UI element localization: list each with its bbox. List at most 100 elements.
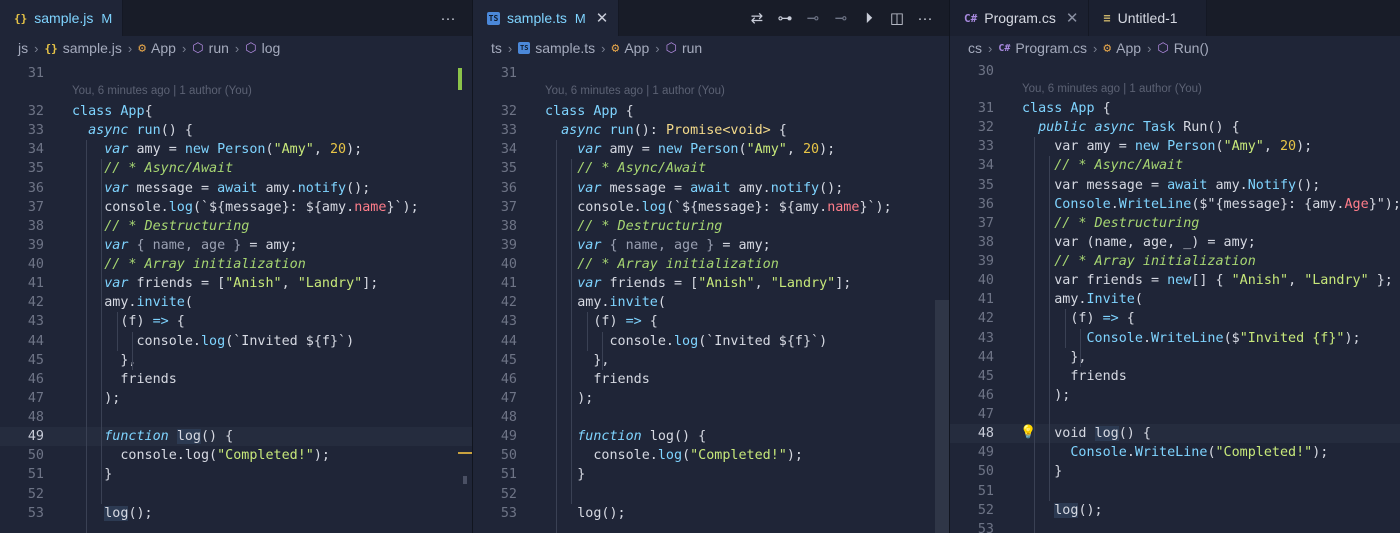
- line-number[interactable]: 31: [473, 64, 517, 83]
- code-line[interactable]: 50 console.log("Completed!");: [473, 446, 949, 465]
- scrollbar[interactable]: [935, 60, 949, 533]
- line-number[interactable]: 32: [473, 102, 517, 121]
- code-line[interactable]: 49 function log() {: [473, 427, 949, 446]
- close-icon[interactable]: ✕: [596, 9, 609, 27]
- breadcrumb-item-file[interactable]: TS sample.ts: [518, 40, 595, 56]
- line-number[interactable]: 46: [950, 386, 994, 405]
- code-line[interactable]: 36 var message = await amy.notify();: [0, 179, 472, 198]
- line-number[interactable]: 46: [0, 370, 44, 389]
- line-number[interactable]: 40: [473, 255, 517, 274]
- line-number[interactable]: 34: [950, 156, 994, 175]
- code-line[interactable]: 33 async run() {: [0, 121, 472, 140]
- code-editor[interactable]: 31 32 class App{33 async run() {34 var amy…: [0, 60, 472, 533]
- line-number[interactable]: 44: [0, 332, 44, 351]
- breadcrumb-item-method[interactable]: ⬡ Run(): [1157, 40, 1208, 56]
- breadcrumb-item-ts[interactable]: ts: [491, 40, 502, 56]
- code-line[interactable]: 40 // * Array initialization: [473, 255, 949, 274]
- line-number[interactable]: 52: [0, 485, 44, 504]
- code-line[interactable]: 46 );: [950, 386, 1400, 405]
- line-number[interactable]: 45: [0, 351, 44, 370]
- line-number[interactable]: 51: [473, 465, 517, 484]
- code-line[interactable]: 44 },: [950, 348, 1400, 367]
- line-number[interactable]: 36: [950, 195, 994, 214]
- open-timeline-icon[interactable]: ⏵: [861, 10, 877, 27]
- code-line[interactable]: 46 friends: [0, 370, 472, 389]
- line-number[interactable]: 53: [473, 504, 517, 523]
- split-editor-icon[interactable]: ◫: [889, 9, 905, 27]
- breadcrumb-item-method[interactable]: ⬡ log: [245, 40, 280, 56]
- code-line[interactable]: 38 var (name, age, _) = amy;: [950, 233, 1400, 252]
- code-line[interactable]: 42 amy.invite(: [0, 293, 472, 312]
- code-line[interactable]: 32 class App {: [473, 102, 949, 121]
- line-number[interactable]: 44: [473, 332, 517, 351]
- more-actions-icon[interactable]: ···: [917, 10, 933, 27]
- line-number[interactable]: 53: [0, 504, 44, 523]
- code-line[interactable]: 34 var amy = new Person("Amy", 20);: [473, 140, 949, 159]
- tab-sample-js[interactable]: {} sample.js M: [0, 0, 124, 36]
- code-line[interactable]: 33 var amy = new Person("Amy", 20);: [950, 137, 1400, 156]
- line-number[interactable]: 42: [950, 309, 994, 328]
- line-number[interactable]: 48: [950, 424, 994, 443]
- code-line[interactable]: 32 class App{: [0, 102, 472, 121]
- compare-changes-icon[interactable]: ⇄: [749, 9, 765, 27]
- line-number[interactable]: 38: [950, 233, 994, 252]
- code-line[interactable]: 47 );: [473, 389, 949, 408]
- line-number[interactable]: 48: [0, 408, 44, 427]
- code-line[interactable]: 48 void log() {: [950, 424, 1400, 444]
- code-line[interactable]: 37 console.log(`${message}: ${amy.name}`…: [473, 198, 949, 217]
- scrollbar[interactable]: [458, 60, 472, 533]
- line-number[interactable]: 35: [950, 176, 994, 195]
- line-number[interactable]: 34: [473, 140, 517, 159]
- line-number[interactable]: 42: [473, 293, 517, 312]
- breadcrumb-item-cs[interactable]: cs: [968, 40, 982, 56]
- code-editor[interactable]: 30 31 class App {32 public async Task Run(…: [950, 60, 1400, 533]
- line-number[interactable]: 50: [950, 462, 994, 481]
- git-blame-annotation[interactable]: You, 6 minutes ago | 1 author (You): [72, 82, 252, 101]
- code-line[interactable]: 46 friends: [473, 370, 949, 389]
- line-number[interactable]: 45: [950, 367, 994, 386]
- line-number[interactable]: 45: [473, 351, 517, 370]
- code-line[interactable]: 31: [0, 64, 472, 83]
- code-line[interactable]: 53 log();: [473, 504, 949, 523]
- line-number[interactable]: 32: [0, 102, 44, 121]
- line-number[interactable]: 49: [0, 427, 44, 446]
- line-number[interactable]: 39: [950, 252, 994, 271]
- git-blame-annotation[interactable]: You, 6 minutes ago | 1 author (You): [545, 82, 725, 101]
- code-line[interactable]: 43 (f) => {: [0, 312, 472, 331]
- breadcrumb-item-class[interactable]: ⚙ App: [612, 40, 650, 56]
- code-line[interactable]: 52: [0, 485, 472, 504]
- line-number[interactable]: 39: [0, 236, 44, 255]
- code-line[interactable]: 44 console.log(`Invited ${f}`): [473, 332, 949, 351]
- code-line[interactable]: 51 }: [473, 465, 949, 484]
- git-commit-icon[interactable]: ⊶: [777, 9, 793, 27]
- line-number[interactable]: 30: [950, 62, 994, 81]
- line-number[interactable]: 47: [473, 389, 517, 408]
- breadcrumb-item-file[interactable]: C# Program.cs: [998, 40, 1087, 56]
- line-number[interactable]: 36: [473, 179, 517, 198]
- line-number[interactable]: 31: [950, 99, 994, 118]
- line-number[interactable]: 32: [950, 118, 994, 137]
- line-number[interactable]: 43: [473, 312, 517, 331]
- line-number[interactable]: 48: [473, 408, 517, 427]
- code-line[interactable]: 37 console.log(`${message}: ${amy.name}`…: [0, 198, 472, 217]
- code-line[interactable]: 52 log();: [950, 501, 1400, 520]
- code-line[interactable]: 39 // * Array initialization: [950, 252, 1400, 271]
- code-line[interactable]: 42 amy.invite(: [473, 293, 949, 312]
- code-line[interactable]: 45 friends: [950, 367, 1400, 386]
- code-line[interactable]: 45 },: [0, 351, 472, 370]
- more-actions-icon[interactable]: ···: [440, 10, 456, 27]
- line-number[interactable]: 33: [950, 137, 994, 156]
- code-line[interactable]: 34 var amy = new Person("Amy", 20);: [0, 140, 472, 159]
- code-line[interactable]: 35 var message = await amy.Notify();: [950, 176, 1400, 195]
- code-line[interactable]: 51 }: [0, 465, 472, 484]
- code-line[interactable]: 38 // * Destructuring: [0, 217, 472, 236]
- code-line[interactable]: 39 var { name, age } = amy;: [0, 236, 472, 255]
- code-line[interactable]: 43 (f) => {: [473, 312, 949, 331]
- code-line[interactable]: 52: [473, 485, 949, 504]
- line-number[interactable]: 46: [473, 370, 517, 389]
- line-number[interactable]: 50: [0, 446, 44, 465]
- code-line[interactable]: 34 // * Async/Await: [950, 156, 1400, 175]
- code-line[interactable]: 47 );: [0, 389, 472, 408]
- code-line[interactable]: 42 (f) => {: [950, 309, 1400, 328]
- line-number[interactable]: 52: [950, 501, 994, 520]
